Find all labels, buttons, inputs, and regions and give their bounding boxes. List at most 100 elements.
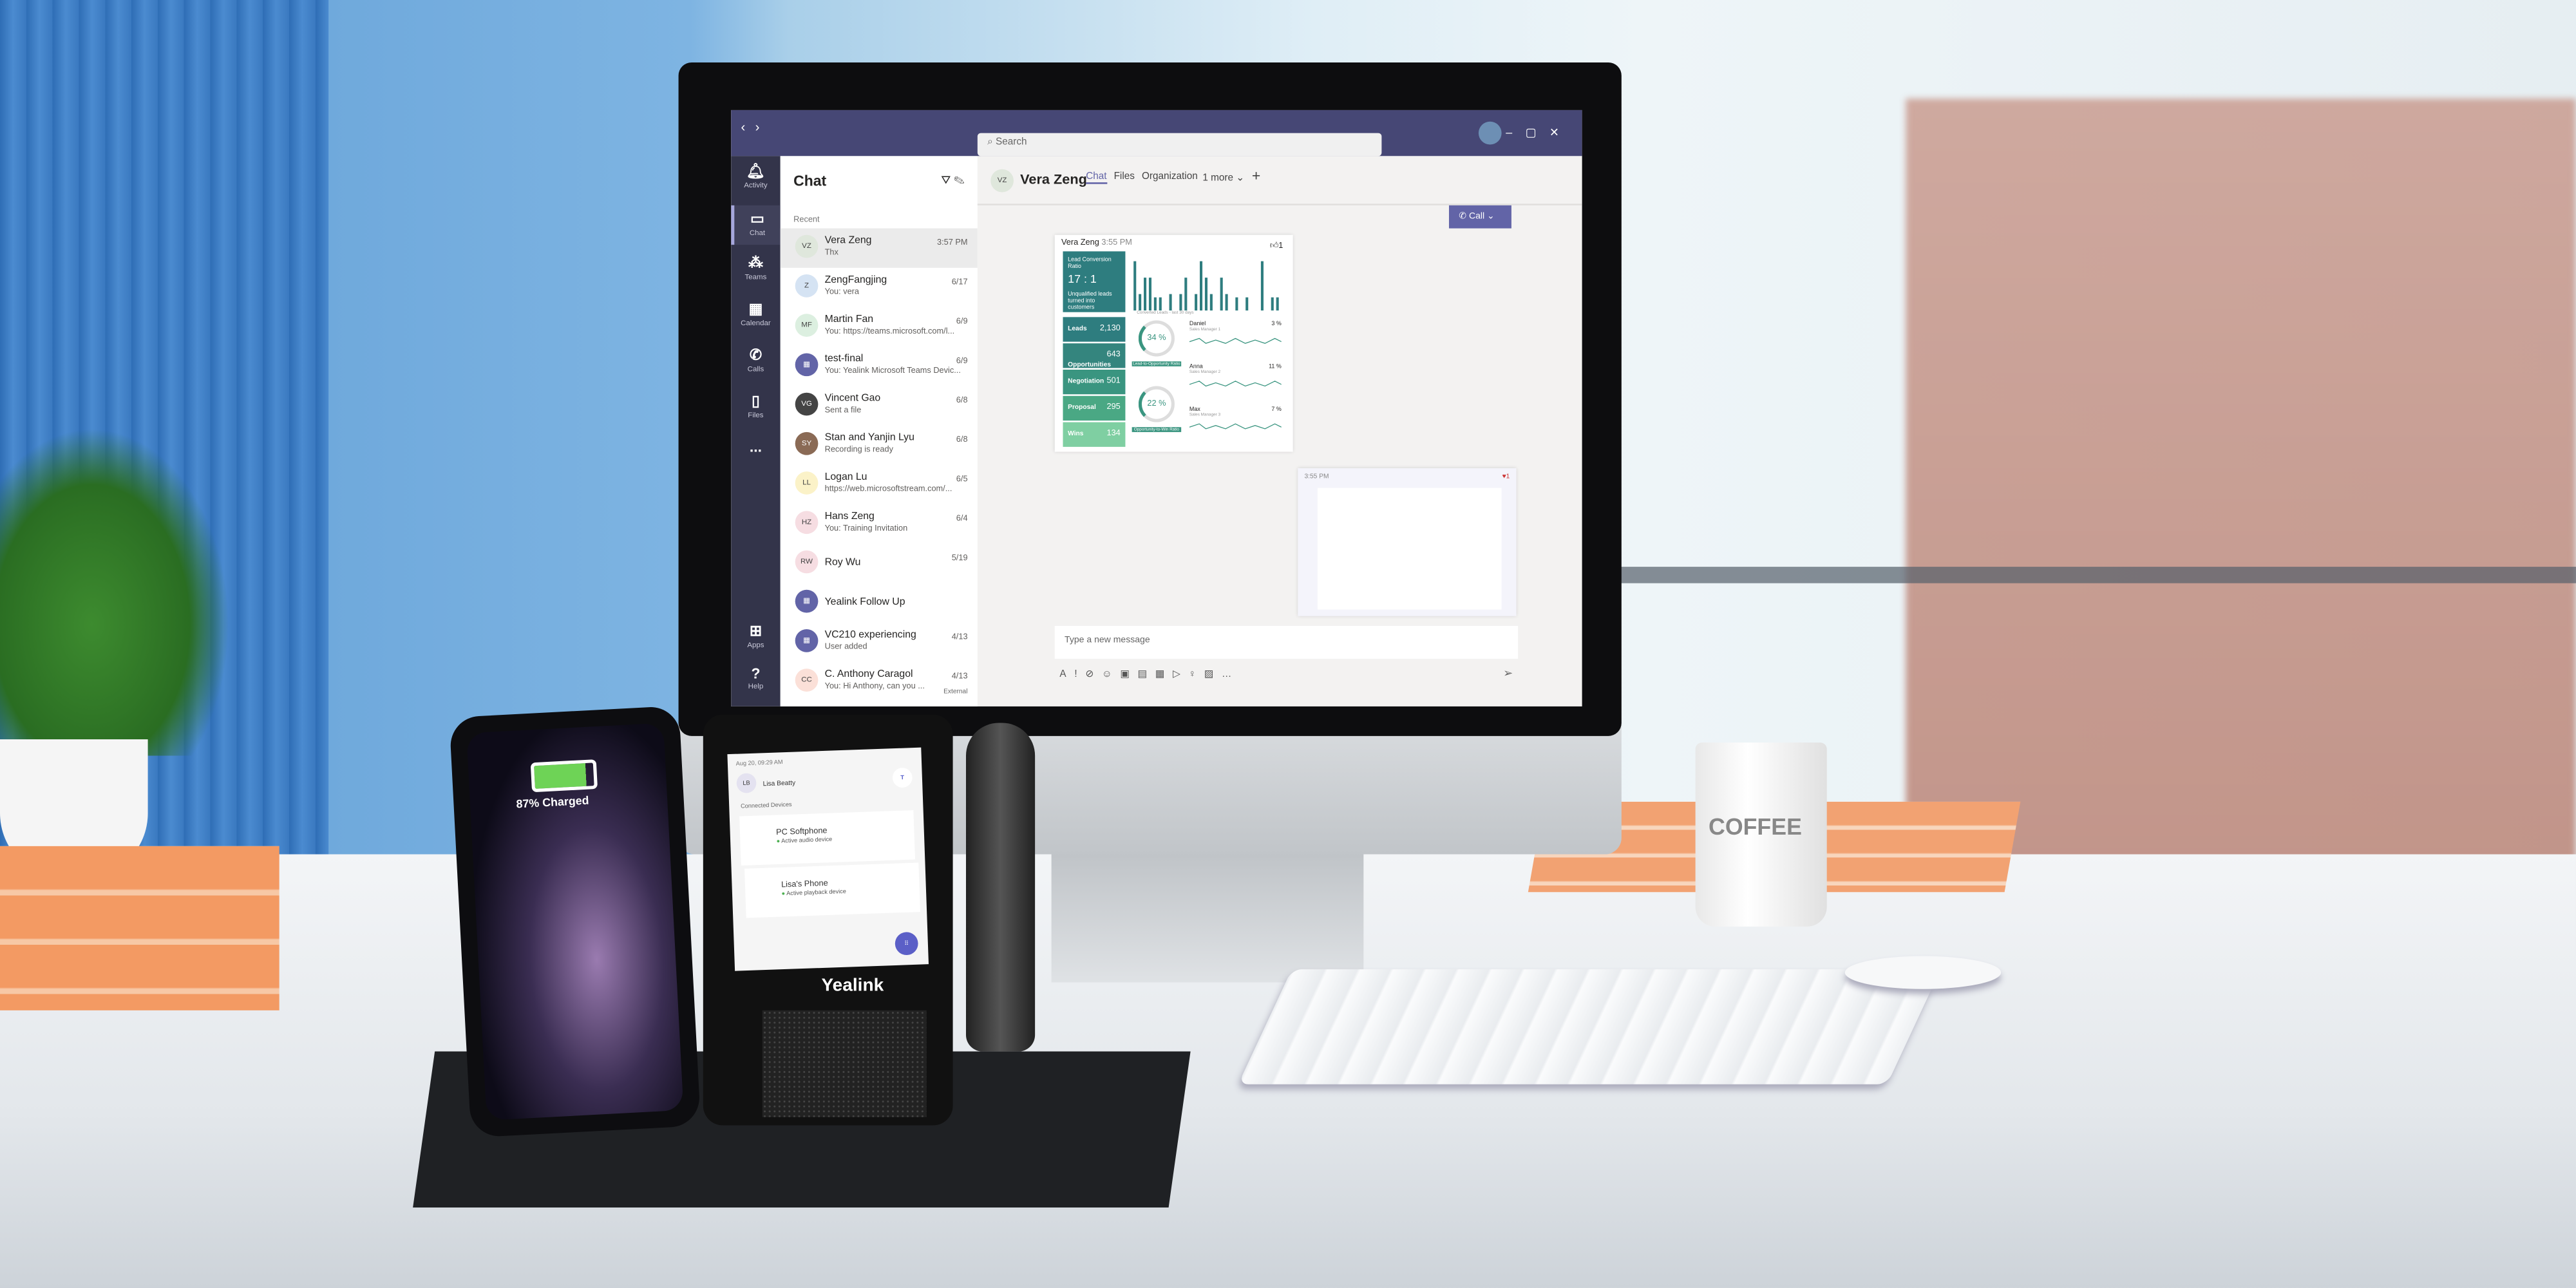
chat-date: 6/8: [956, 395, 968, 406]
window-controls[interactable]: –▢✕: [1506, 126, 1572, 140]
rail-teams[interactable]: ⁂ Teams: [731, 254, 781, 281]
profile-avatar[interactable]: [1478, 121, 1502, 145]
dialpad-button[interactable]: ⠿: [895, 931, 919, 956]
chat-name: Martin Fan: [824, 314, 874, 326]
plant: [0, 427, 231, 756]
chat-list-item[interactable]: ▦ VC210 experiencing User added 4/13: [781, 623, 978, 661]
mouse: [1844, 956, 2002, 989]
rail-help[interactable]: ? Help: [731, 665, 781, 690]
books-left: [0, 846, 279, 1010]
bar: [1169, 294, 1172, 311]
chat-list-item[interactable]: ▦ test-final You: Yealink Microsoft Team…: [781, 346, 978, 385]
chat-list-item[interactable]: MF Martin Fan You: https://teams.microso…: [781, 307, 978, 346]
mug-text: COFFEE: [1709, 813, 1802, 840]
rail-files[interactable]: ▯ Files: [731, 393, 781, 419]
chat-preview: Recording is ready: [824, 445, 893, 455]
chat-list-item[interactable]: LL Logan Lu https://web.microsoftstream.…: [781, 465, 978, 504]
keyboard: [1238, 969, 1941, 1084]
metric-tile: 134 Wins: [1063, 422, 1126, 447]
avatar: VG: [795, 392, 819, 416]
file-icon: ▯: [752, 392, 760, 410]
device-pc-softphone[interactable]: PC Softphone ● Active audio device: [739, 810, 916, 866]
chat-date: 5/19: [951, 553, 968, 564]
chat-date: 3:57 PM: [937, 238, 968, 249]
like-reaction[interactable]: 👍︎1: [1270, 242, 1283, 251]
chat-date: 6/9: [956, 317, 968, 327]
bar: [1220, 278, 1223, 311]
chat-name: Vincent Gao: [824, 392, 881, 404]
bar-chart: [1133, 261, 1279, 311]
rail-apps[interactable]: ⊞ Apps: [731, 623, 781, 649]
manager-card: Max Sales Manager 37 %: [1189, 406, 1285, 445]
phone-icon: ✆: [749, 346, 762, 363]
back-forward-icons[interactable]: ‹›: [741, 120, 770, 135]
chat-date: 6/5: [956, 475, 968, 485]
chat-list-item[interactable]: Z ZengFangjing You: vera 6/17: [781, 268, 978, 307]
avatar: LL: [795, 471, 819, 495]
bar-caption: Converted Leads - last 30 days: [1137, 310, 1194, 316]
chat-name: Stan and Yanjin Lyu: [824, 431, 914, 444]
manager-card: Anna Sales Manager 2 11 %: [1189, 363, 1285, 402]
rail-more[interactable]: ...: [731, 439, 781, 455]
bar: [1159, 297, 1162, 311]
conversation: VZ Vera Zeng Chat Files Organization 1 m…: [977, 156, 1582, 706]
teams-icon[interactable]: T: [892, 767, 913, 788]
rail-calls[interactable]: ✆ Calls: [731, 346, 781, 373]
message-card: Vera Zeng 3:55 PM 👍︎1 Lead Conversion Ra…: [1054, 234, 1293, 452]
yealink-desk-device: Aug 20, 09:29 AM LB Lisa Beatty T Connec…: [703, 714, 953, 1126]
message-input[interactable]: Type a new message: [1054, 625, 1519, 659]
ratio-tile: Lead Conversion Ratio 17 : 1 Unqualified l…: [1063, 251, 1126, 312]
add-tab-button[interactable]: +: [1252, 167, 1260, 184]
bar: [1235, 297, 1238, 311]
send-icon[interactable]: ➢: [1503, 667, 1513, 680]
tab-organization[interactable]: Organization: [1142, 173, 1198, 182]
bar: [1276, 297, 1279, 311]
compose-toolbar-icons[interactable]: A!⊘☺▣▤▦▷♀▨…: [1059, 668, 1240, 680]
search-input[interactable]: ⌕ Search: [977, 133, 1382, 156]
bar: [1133, 261, 1137, 311]
avatar: ▦: [795, 629, 819, 652]
rail-calendar[interactable]: ▦ Calendar: [731, 301, 781, 327]
avatar: CC: [795, 668, 819, 692]
chat-name: Yealink Follow Up: [824, 596, 905, 608]
tab-more[interactable]: 1 more ⌄: [1202, 173, 1244, 184]
contact-name: Vera Zeng: [1020, 171, 1087, 187]
bar: [1260, 261, 1264, 311]
smartphone: 87% Charged: [449, 705, 701, 1138]
tab-chat[interactable]: Chat: [1086, 173, 1107, 184]
rail-chat[interactable]: ▭ Chat: [731, 205, 781, 245]
avatar: ▦: [795, 589, 819, 613]
chat-list: Chat ⛛ ✎ Recent VZ Vera Zeng Thx 3:57 PM…: [780, 156, 978, 706]
chat-name: Vera Zeng: [824, 234, 872, 247]
metric-tile: 501 Negotiation: [1063, 369, 1126, 395]
chat-list-item[interactable]: SY Stan and Yanjin Lyu Recording is read…: [781, 426, 978, 464]
call-button[interactable]: ✆ Call ⌄: [1448, 205, 1511, 229]
message-card-2: 3:55 PM ♥1: [1298, 468, 1517, 616]
chat-name: C. Anthony Caragol: [824, 668, 913, 681]
metric-tile: 2,130 Leads: [1063, 317, 1126, 342]
chat-date: 4/13: [951, 632, 968, 643]
heart-reaction[interactable]: ♥1: [1502, 471, 1510, 480]
chat-list-item[interactable]: CC C. Anthony Caragol You: Hi Anthony, c…: [781, 662, 978, 701]
teams-icon: ⁂: [748, 254, 763, 271]
chat-preview: Sent a file: [824, 406, 862, 416]
chat-list-item[interactable]: HZ Hans Zeng You: Training Invitation 6/…: [781, 504, 978, 543]
rail-activity[interactable]: 🔔︎ Activity: [731, 163, 781, 189]
chat-list-item[interactable]: ▦ Yealink Follow Up: [781, 583, 978, 622]
title-bar: ‹› ⌕ Search –▢✕: [731, 109, 1582, 156]
chat-list-item[interactable]: RW Roy Wu 5/19: [781, 544, 978, 582]
external-badge: External: [943, 687, 968, 696]
chat-list-item[interactable]: VG Vincent Gao Sent a file 6/8: [781, 386, 978, 424]
apps-icon: ⊞: [749, 622, 762, 639]
chat-list-item[interactable]: VZ Vera Zeng Thx 3:57 PM: [780, 228, 978, 267]
bar: [1199, 261, 1203, 311]
chat-list-title[interactable]: Chat: [793, 173, 826, 189]
chat-name: Logan Lu: [824, 471, 867, 483]
avatar: ▦: [795, 353, 819, 377]
device-lisas-phone[interactable]: Lisa's Phone ● Active playback device: [744, 862, 920, 918]
app-rail: 🔔︎ Activity ▭ Chat ⁂ Teams ▦ Calendar ✆ Calls…: [731, 156, 781, 706]
tab-files[interactable]: Files: [1114, 173, 1135, 182]
user-name: Lisa Beatty: [762, 778, 796, 788]
chat-preview: Thx: [824, 248, 838, 258]
filter-and-compose-icons[interactable]: ⛛ ✎: [941, 176, 964, 189]
